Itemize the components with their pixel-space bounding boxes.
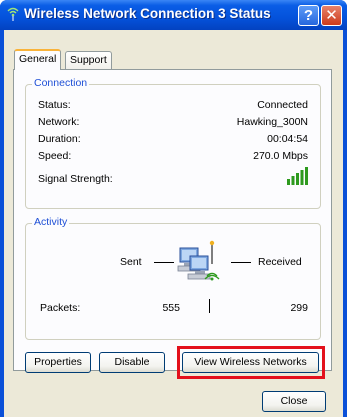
connection-group: Connection Status: Connected Network: Ha… [25, 77, 321, 209]
window-close-button[interactable]: ✕ [321, 5, 342, 26]
speed-label: Speed: [38, 150, 72, 162]
speed-row: Speed: 270.0 Mbps [38, 150, 308, 164]
activity-legend: Activity [32, 216, 70, 228]
disable-button[interactable]: Disable [99, 352, 165, 373]
view-wireless-networks-button[interactable]: View Wireless Networks [182, 352, 319, 373]
received-label: Received [258, 256, 302, 268]
network-row: Network: Hawking_300N [38, 116, 308, 130]
general-tab-panel: Connection Status: Connected Network: Ha… [13, 69, 332, 371]
sent-label: Sent [120, 256, 142, 268]
speed-value: 270.0 Mbps [253, 150, 308, 162]
duration-label: Duration: [38, 133, 81, 145]
packets-label: Packets: [40, 302, 81, 314]
dialog-body: General Support Connection Status: Conne… [4, 30, 343, 417]
wireless-network-icon [7, 7, 19, 21]
help-button[interactable]: ? [298, 5, 319, 26]
tab-general[interactable]: General [14, 49, 62, 70]
status-row: Status: Connected [38, 99, 308, 113]
title-bar[interactable]: Wireless Network Connection 3 Status ? ✕ [0, 0, 347, 30]
connection-legend: Connection [32, 77, 90, 89]
tab-support[interactable]: Support [65, 51, 112, 69]
status-label: Status: [38, 99, 71, 111]
signal-bars-icon [287, 167, 308, 185]
activity-group: Activity Sent Received Packets: 555 299 [25, 216, 321, 340]
signal-row: Signal Strength: [38, 167, 308, 187]
status-value: Connected [257, 99, 308, 111]
close-button[interactable]: Close [262, 391, 326, 412]
received-line [231, 262, 251, 263]
duration-row: Duration: 00:04:54 [38, 133, 308, 147]
window-title: Wireless Network Connection 3 Status [24, 6, 271, 21]
packets-sent-value: 555 [162, 302, 180, 314]
duration-value: 00:04:54 [267, 133, 308, 145]
sent-line [154, 262, 174, 263]
packets-divider [209, 299, 210, 313]
network-value: Hawking_300N [236, 116, 308, 128]
status-window: Wireless Network Connection 3 Status ? ✕… [0, 0, 347, 417]
signal-strength-label: Signal Strength: [38, 173, 113, 185]
packets-received-value: 299 [290, 302, 308, 314]
properties-button[interactable]: Properties [25, 352, 91, 373]
network-label: Network: [38, 116, 80, 128]
wireless-network-computers-icon [177, 240, 220, 281]
